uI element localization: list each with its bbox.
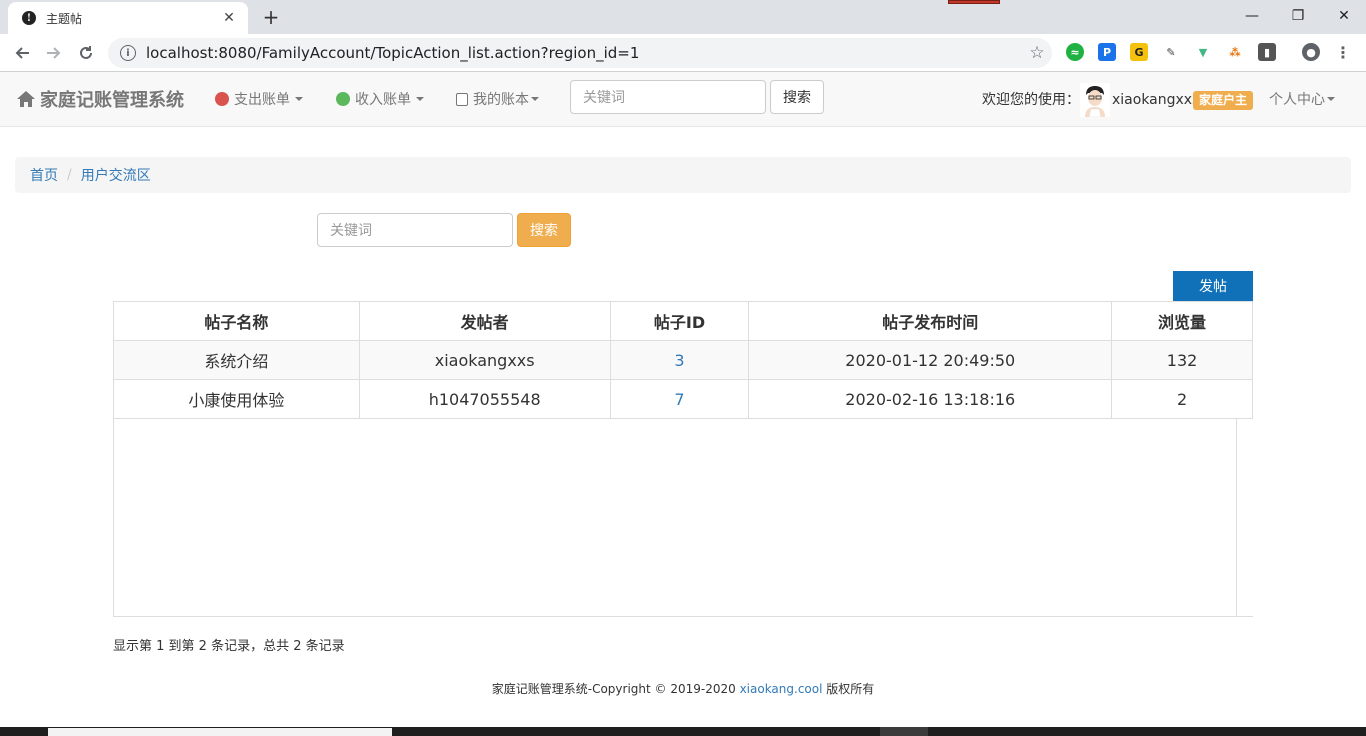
cell-topic-name: 小康使用体验: [113, 379, 360, 419]
site-info-icon[interactable]: i: [120, 45, 136, 61]
cell-views: 132: [1111, 340, 1253, 380]
close-window-button[interactable]: ✕: [1321, 0, 1366, 32]
extension-vue-icon[interactable]: ▼: [1194, 43, 1212, 61]
brand-title: 家庭记账管理系统: [40, 90, 184, 111]
tab-favicon-icon: !: [22, 11, 36, 25]
cell-time: 2020-01-12 20:49:50: [748, 340, 1113, 380]
new-tab-button[interactable]: +: [259, 5, 283, 29]
table-row[interactable]: 系统介绍 xiaokangxxs 3 2020-01-12 20:49:50 1…: [113, 340, 1253, 380]
breadcrumb-separator: /: [67, 167, 72, 183]
menu-expense-label: 支出账单: [234, 92, 290, 108]
column-header-views[interactable]: 浏览量: [1111, 301, 1253, 341]
browser-menu-icon[interactable]: ⋮: [1334, 43, 1352, 62]
breadcrumb-forum-link[interactable]: 用户交流区: [81, 165, 151, 185]
extension-translate-icon[interactable]: ✎: [1162, 43, 1180, 61]
cell-author: h1047055548: [358, 379, 611, 419]
breadcrumb-home-link[interactable]: 首页: [30, 165, 58, 185]
column-header-name[interactable]: 帖子名称: [113, 301, 360, 341]
topic-search-button[interactable]: 搜索: [517, 213, 571, 247]
caret-down-icon: [531, 97, 539, 101]
extension-network-icon[interactable]: ⁂: [1226, 43, 1244, 61]
table-empty-area: [113, 418, 1237, 616]
extension-g-icon[interactable]: G: [1130, 43, 1148, 61]
back-arrow-icon[interactable]: [8, 39, 36, 67]
username[interactable]: xiaokangxxs: [1112, 92, 1199, 108]
cell-topic-id-link[interactable]: 3: [609, 340, 750, 380]
footer: 家庭记账管理系统-Copyright © 2019-2020 xiaokang.…: [0, 680, 1366, 697]
caret-down-icon: [1327, 97, 1335, 101]
column-header-time[interactable]: 帖子发布时间: [748, 301, 1113, 341]
footer-site-link[interactable]: xiaokang.cool: [740, 682, 823, 696]
menu-my-ledger[interactable]: 我的账本: [456, 89, 539, 109]
app-navbar: 家庭记账管理系统 支出账单 收入账单 我的账本 搜索 欢迎您的使用： xiaok…: [0, 72, 1366, 127]
taskbar-search-box[interactable]: [48, 728, 392, 736]
extension-book-icon[interactable]: ▮: [1258, 43, 1276, 61]
minimize-button[interactable]: —: [1229, 0, 1275, 32]
menu-income-bills[interactable]: 收入账单: [336, 89, 424, 109]
browser-tabstrip: ! 主题帖 ✕ + — ❐ ✕: [0, 0, 1366, 34]
topic-search-input[interactable]: [317, 213, 513, 247]
navbar-search-input[interactable]: [570, 80, 766, 114]
column-header-author[interactable]: 发帖者: [358, 301, 611, 341]
money-bag-icon: [215, 92, 229, 106]
menu-expense-bills[interactable]: 支出账单: [215, 89, 303, 109]
reload-icon[interactable]: [72, 39, 100, 67]
book-icon: [456, 92, 468, 106]
table-row[interactable]: 小康使用体验 h1047055548 7 2020-02-16 13:18:16…: [113, 379, 1253, 419]
caret-down-icon: [295, 97, 303, 101]
browser-toolbar: i localhost:8080/FamilyAccount/TopicActi…: [0, 34, 1366, 72]
home-icon: [17, 91, 35, 107]
cell-topic-id-link[interactable]: 7: [609, 379, 750, 419]
pagination-summary: 显示第 1 到第 2 条记录，总共 2 条记录: [113, 639, 345, 654]
column-header-id[interactable]: 帖子ID: [609, 301, 750, 341]
welcome-text: 欢迎您的使用：: [982, 92, 1080, 108]
address-url[interactable]: localhost:8080/FamilyAccount/TopicAction…: [146, 44, 1022, 62]
cell-topic-name: 系统介绍: [113, 340, 360, 380]
forward-arrow-icon[interactable]: [40, 39, 68, 67]
breadcrumb: 首页 / 用户交流区: [15, 157, 1351, 193]
bookmark-star-icon[interactable]: ☆: [1022, 43, 1052, 63]
profile-avatar-icon[interactable]: ●: [1302, 43, 1320, 61]
footer-rights: 版权所有: [822, 682, 875, 696]
new-post-button[interactable]: 发帖: [1173, 271, 1253, 301]
caret-down-icon: [416, 97, 424, 101]
cell-views: 2: [1111, 379, 1253, 419]
money-bag-icon: [336, 92, 350, 106]
window-edge-decoration: [948, 0, 1000, 4]
personal-center-label: 个人中心: [1269, 92, 1325, 108]
extension-p-icon[interactable]: P: [1098, 43, 1116, 61]
footer-copyright: 家庭记账管理系统-Copyright © 2019-2020: [491, 682, 740, 696]
os-taskbar: [0, 727, 1366, 736]
role-badge: 家庭户主: [1193, 91, 1254, 110]
taskbar-app-item[interactable]: [880, 727, 928, 736]
browser-tab[interactable]: ! 主题帖 ✕: [8, 2, 248, 34]
tab-close-icon[interactable]: ✕: [220, 10, 238, 26]
brand[interactable]: 家庭记账管理系统: [16, 86, 184, 112]
menu-ledger-label: 我的账本: [473, 92, 529, 108]
cell-time: 2020-02-16 13:18:16: [748, 379, 1113, 419]
personal-center-menu[interactable]: 个人中心: [1269, 89, 1335, 109]
tab-title: 主题帖: [46, 11, 83, 26]
topic-table-container: 帖子名称 发帖者 帖子ID 帖子发布时间 浏览量 系统介绍 xiaokangxx…: [113, 301, 1253, 617]
menu-income-label: 收入账单: [355, 92, 411, 108]
table-header-row: 帖子名称 发帖者 帖子ID 帖子发布时间 浏览量: [113, 301, 1253, 341]
cell-author: xiaokangxxs: [358, 340, 611, 380]
extension-sound-icon[interactable]: ≈: [1066, 43, 1084, 61]
restore-button[interactable]: ❐: [1275, 0, 1321, 32]
avatar: [1080, 83, 1110, 117]
topic-table: 帖子名称 发帖者 帖子ID 帖子发布时间 浏览量 系统介绍 xiaokangxx…: [113, 301, 1253, 419]
navbar-search-button[interactable]: 搜索: [770, 80, 824, 114]
address-bar[interactable]: i localhost:8080/FamilyAccount/TopicActi…: [108, 38, 1052, 68]
